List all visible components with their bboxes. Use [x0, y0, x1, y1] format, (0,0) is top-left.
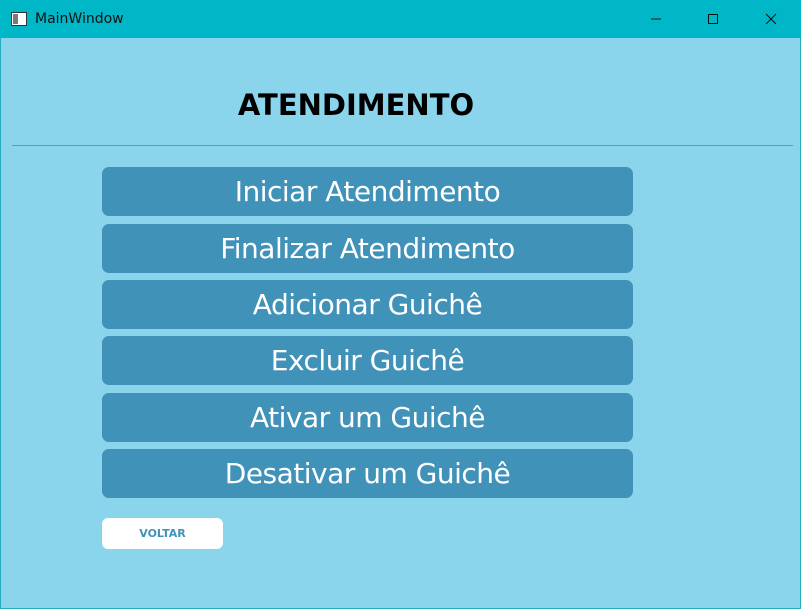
back-button[interactable]: VOLTAR — [102, 518, 223, 549]
finish-service-button[interactable]: Finalizar Atendimento — [102, 224, 633, 273]
minimize-icon — [650, 13, 662, 25]
start-service-button[interactable]: Iniciar Atendimento — [102, 167, 633, 216]
close-icon — [765, 13, 777, 25]
main-window: MainWindow ATENDIMENTO Iniciar Atendimen… — [0, 0, 801, 609]
window-title: MainWindow — [35, 11, 124, 27]
maximize-button[interactable] — [684, 0, 742, 38]
minimize-button[interactable] — [627, 0, 685, 38]
title-bar[interactable]: MainWindow — [0, 0, 801, 38]
activate-counter-button[interactable]: Ativar um Guichê — [102, 393, 633, 442]
maximize-icon — [707, 13, 719, 25]
deactivate-counter-button[interactable]: Desativar um Guichê — [102, 449, 633, 498]
window-icon — [11, 11, 27, 26]
page-title: ATENDIMENTO — [237, 88, 475, 122]
divider — [12, 145, 793, 146]
add-counter-button[interactable]: Adicionar Guichê — [102, 280, 633, 329]
delete-counter-button[interactable]: Excluir Guichê — [102, 336, 633, 385]
close-button[interactable] — [742, 0, 800, 38]
